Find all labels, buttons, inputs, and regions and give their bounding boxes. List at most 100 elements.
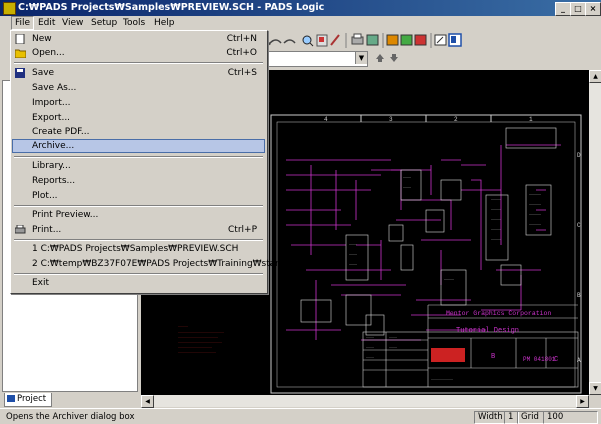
schematic-components [300, 127, 557, 336]
tab-project[interactable]: Project [4, 393, 52, 407]
arrow-down-icon[interactable] [390, 54, 398, 62]
tab-project-label: Project [17, 394, 47, 404]
svg-text:‥‥‥‥‥: ‥‥‥‥‥ [491, 228, 501, 231]
scroll-down-icon[interactable]: ▼ [589, 382, 601, 395]
svg-text:‥‥‥‥‥: ‥‥‥‥‥ [178, 325, 188, 328]
menu-recent-2[interactable]: 2 C:₩temp₩BZ37F07E₩PADS Projects₩Trainin… [12, 257, 301, 271]
menu-exit[interactable]: Exit [12, 276, 265, 290]
svg-text:‥‥‥‥: ‥‥‥‥ [366, 356, 374, 359]
svg-text:‥‥‥‥: ‥‥‥‥ [389, 336, 397, 339]
menu-bar: File Edit View Setup Tools Help [0, 16, 601, 30]
layers-icon[interactable] [366, 34, 379, 46]
new-file-icon [15, 33, 26, 45]
vertical-scrollbar[interactable]: ▲ ▼ [589, 70, 601, 395]
project-icon [7, 395, 15, 402]
zone-label-b: B [577, 292, 581, 299]
svg-text:‥‥‥‥‥: ‥‥‥‥‥ [491, 238, 501, 241]
zone-label-3: 3 [389, 116, 393, 123]
layer-combo[interactable]: ▼ [266, 51, 368, 67]
image-icon[interactable] [386, 34, 399, 46]
width-label: Width [474, 411, 505, 424]
menu-archive[interactable]: Archive... [12, 139, 265, 153]
window-title: C:₩PADS Projects₩Samples₩PREVIEW.SCH - P… [18, 2, 325, 13]
menu-recent-1[interactable]: 1 C:₩PADS Projects₩Samples₩PREVIEW.SCH [12, 242, 265, 256]
svg-text:‥‥‥‥‥‥‥‥‥‥‥‥‥‥‥‥‥‥‥‥: ‥‥‥‥‥‥‥‥‥‥‥‥‥‥‥‥‥‥‥‥ [178, 336, 218, 339]
menu-import[interactable]: Import... [12, 96, 265, 110]
menu-open[interactable]: Open... Ctrl+O [12, 46, 265, 60]
menu-export[interactable]: Export... [12, 111, 265, 125]
zone-label-2: 2 [454, 116, 458, 123]
status-message: Opens the Archiver dialog box [6, 412, 135, 422]
zone-label-4: 4 [324, 116, 328, 123]
horizontal-scrollbar[interactable]: ◀ ▶ [141, 395, 589, 408]
scroll-up-icon[interactable]: ▲ [589, 70, 601, 83]
menu-create-pdf[interactable]: Create PDF... [12, 125, 265, 139]
menu-file[interactable]: File [11, 16, 35, 30]
revision: C [554, 356, 558, 364]
chart-icon[interactable] [414, 34, 427, 46]
menu-separator [14, 239, 263, 241]
svg-text:‥‥‥‥: ‥‥‥‥ [349, 243, 357, 246]
maximize-button[interactable]: □ [570, 2, 586, 16]
sheet-size: B [491, 353, 495, 361]
printer-icon [14, 224, 26, 235]
menu-library[interactable]: Library... [12, 159, 265, 173]
grid-icon[interactable] [400, 34, 413, 46]
menu-print-preview[interactable]: Print Preview... [12, 208, 265, 222]
menu-separator [14, 156, 263, 158]
zone-label-c: C [577, 222, 581, 229]
menu-help[interactable]: Help [151, 16, 178, 30]
svg-text:‥‥‥‥‥: ‥‥‥‥‥ [491, 198, 501, 201]
zoom-icon[interactable] [302, 35, 314, 47]
svg-text:‥‥‥‥: ‥‥‥‥ [403, 176, 411, 179]
zone-label-d: D [577, 152, 581, 159]
scroll-left-icon[interactable]: ◀ [141, 395, 154, 408]
redo-icon[interactable] [283, 39, 296, 44]
menu-plot[interactable]: Plot... [12, 189, 265, 203]
logo [431, 348, 465, 362]
title-bar: C:₩PADS Projects₩Samples₩PREVIEW.SCH - P… [0, 0, 601, 16]
menu-tools[interactable]: Tools [120, 16, 148, 30]
menu-edit[interactable]: Edit [35, 16, 58, 30]
pencil-icon[interactable] [330, 34, 340, 46]
window-icon[interactable] [448, 33, 462, 47]
svg-text:‥‥‥‥: ‥‥‥‥ [389, 346, 397, 349]
printer-icon[interactable] [351, 33, 364, 45]
zone-label-a: A [577, 357, 581, 364]
app-icon [3, 2, 16, 15]
svg-text:‥‥‥‥: ‥‥‥‥ [403, 186, 411, 189]
menu-save-as[interactable]: Save As... [12, 81, 265, 95]
menu-print[interactable]: Print... Ctrl+P [12, 223, 265, 237]
doc-number: PM 041801 [523, 356, 556, 363]
chevron-down-icon[interactable]: ▼ [355, 52, 367, 64]
menu-view[interactable]: View [59, 16, 86, 30]
menu-save[interactable]: Save Ctrl+S [12, 66, 265, 80]
zone-label-1: 1 [529, 116, 533, 123]
scroll-right-icon[interactable]: ▶ [576, 395, 589, 408]
svg-text:‥‥‥‥‥‥: ‥‥‥‥‥‥ [529, 213, 541, 216]
svg-text:‥‥‥‥: ‥‥‥‥ [366, 346, 374, 349]
menu-separator [14, 205, 263, 207]
grid-label: Grid [517, 411, 544, 424]
minimize-button[interactable]: _ [555, 2, 571, 16]
export-icon[interactable] [434, 34, 447, 46]
design-title: Tutorial Design [456, 327, 519, 335]
svg-text:‥‥‥‥‥‥: ‥‥‥‥‥‥ [529, 203, 541, 206]
menu-reports[interactable]: Reports... [12, 174, 265, 188]
menu-new[interactable]: New Ctrl+N [12, 32, 265, 46]
undo-icon[interactable] [268, 39, 282, 46]
menu-setup[interactable]: Setup [88, 16, 120, 30]
menu-separator [14, 273, 263, 275]
svg-text:‥‥‥‥: ‥‥‥‥ [366, 336, 374, 339]
svg-text:‥‥‥‥‥‥‥‥‥‥‥: ‥‥‥‥‥‥‥‥‥‥‥ [431, 378, 453, 381]
menu-separator [14, 62, 263, 64]
sheet-border [270, 114, 582, 394]
folder-icon [14, 48, 27, 59]
find-icon[interactable] [316, 34, 328, 47]
file-menu: New Ctrl+N Open... Ctrl+O Save Ctrl+S Save … [10, 30, 301, 294]
svg-text:‥‥‥‥: ‥‥‥‥ [349, 263, 357, 266]
close-button[interactable]: × [585, 2, 601, 16]
arrow-up-icon[interactable] [376, 54, 384, 62]
svg-text:‥‥‥‥‥‥: ‥‥‥‥‥‥ [529, 193, 541, 196]
svg-text:‥‥‥‥‥‥‥‥‥‥‥‥‥‥‥‥‥‥‥‥‥‥: ‥‥‥‥‥‥‥‥‥‥‥‥‥‥‥‥‥‥‥‥‥‥ [178, 341, 222, 344]
